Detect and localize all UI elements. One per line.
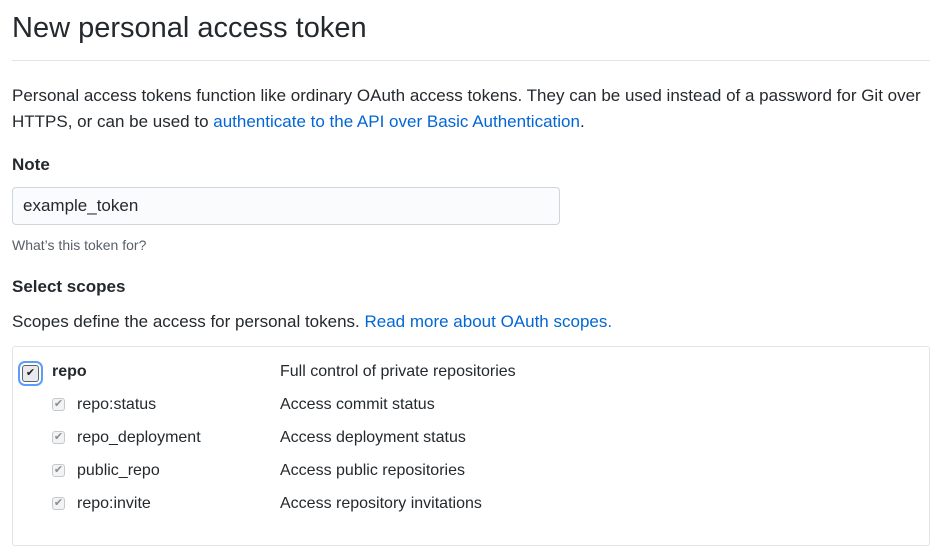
repo-status-checkbox[interactable]: ✔ [52,398,65,411]
scope-row-public-repo[interactable]: ✔ public_repo Access public repositories [13,454,929,487]
note-input[interactable] [12,187,560,225]
scope-name-repo: repo [52,363,87,380]
checkmark-icon: ✔ [53,497,64,509]
scope-row-repo-status[interactable]: ✔ repo:status Access commit status [13,388,929,421]
page-title: New personal access token [12,12,367,44]
checkmark-icon: ✔ [25,367,36,379]
select-scopes-heading: Select scopes [12,277,126,296]
scope-name-repo-invite: repo:invite [77,495,151,512]
scope-row-repo-deployment[interactable]: ✔ repo_deployment Access deployment stat… [13,421,929,454]
note-hint: What’s this token for? [12,237,147,253]
oauth-scopes-link[interactable]: Read more about OAuth scopes. [364,312,612,331]
scope-name-repo-status: repo:status [77,396,157,413]
scope-row-repo[interactable]: ✔ repo Full control of private repositor… [13,355,929,388]
checkmark-icon: ✔ [53,431,64,443]
scopes-description: Scopes define the access for personal to… [12,310,612,334]
scope-description-repo-invite: Access repository invitations [280,495,482,512]
scope-row-repo-invite[interactable]: ✔ repo:invite Access repository invitati… [13,487,929,520]
scope-description-public-repo: Access public repositories [280,462,465,479]
public-repo-checkbox[interactable]: ✔ [52,464,65,477]
checkmark-icon: ✔ [53,464,64,476]
intro-end: . [579,112,585,131]
intro-paragraph: Personal access tokens function like ord… [12,83,932,135]
note-label: Note [12,155,50,174]
checkmark-icon: ✔ [53,398,64,410]
scopes-list: ✔ repo Full control of private repositor… [12,346,930,546]
scope-description-repo: Full control of private repositories [280,363,516,380]
scope-description-repo-status: Access commit status [280,396,435,413]
repo-deployment-checkbox[interactable]: ✔ [52,431,65,444]
scopes-description-text: Scopes define the access for personal to… [12,312,365,331]
basic-auth-link[interactable]: authenticate to the API over Basic Authe… [213,112,580,131]
title-divider [12,60,930,61]
scope-name-repo-deployment: repo_deployment [77,429,201,446]
scope-description-repo-deployment: Access deployment status [280,429,466,446]
repo-invite-checkbox[interactable]: ✔ [52,497,65,510]
scope-name-public-repo: public_repo [77,462,160,479]
repo-checkbox[interactable]: ✔ [22,365,39,382]
